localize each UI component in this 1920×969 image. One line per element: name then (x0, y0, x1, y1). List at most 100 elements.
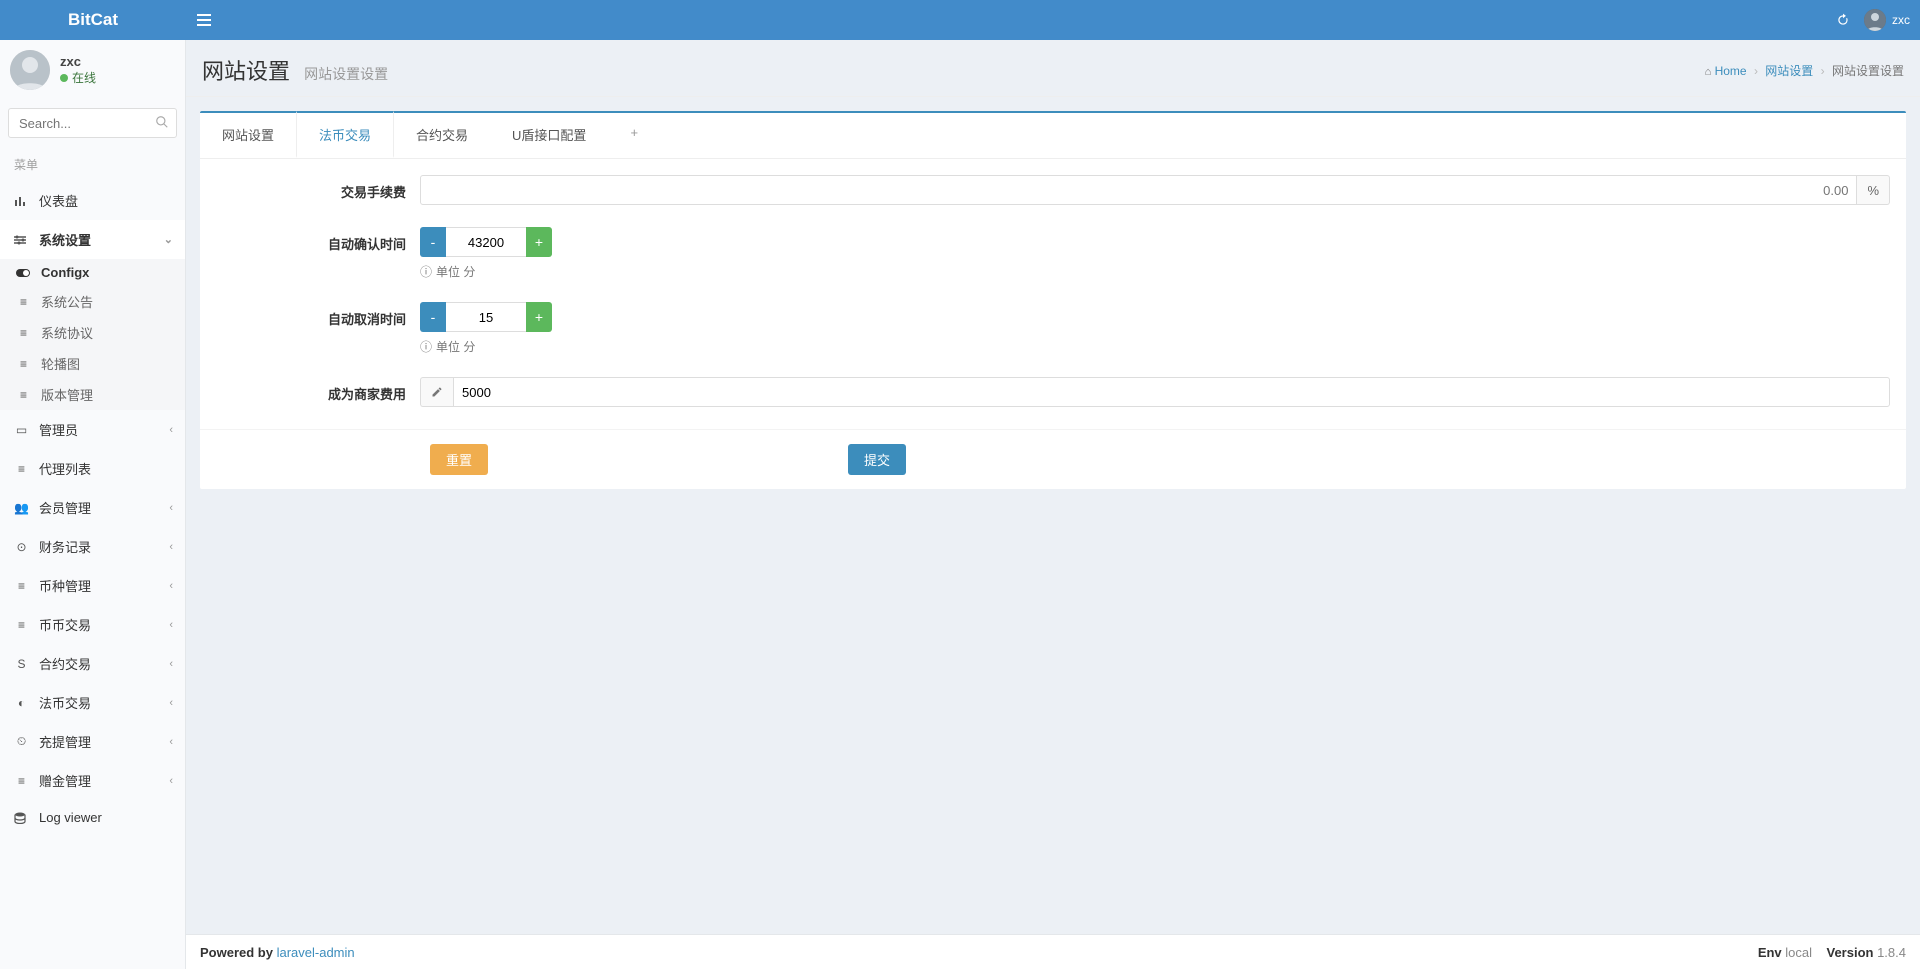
info-icon: ⓘ (420, 263, 432, 280)
chevron-left-icon: ‹ (169, 775, 173, 787)
bars-icon: ≡ (16, 388, 31, 402)
sidebar-item-version[interactable]: ≡ 版本管理 (0, 379, 185, 410)
chevron-left-icon: ‹ (169, 619, 173, 631)
gauge-icon: ⏲ (14, 734, 29, 749)
sidebar-item-dashboard[interactable]: 仪表盘 (0, 181, 185, 220)
refresh-button[interactable] (1836, 13, 1850, 27)
bars-icon: ≡ (14, 579, 29, 593)
sidebar-item-logviewer[interactable]: Log viewer (0, 800, 185, 835)
label-seller: 成为商家费用 (216, 377, 420, 403)
sidebar-item-deposit[interactable]: ⏲ 充提管理 ‹ (0, 722, 185, 761)
avatar (10, 50, 50, 90)
sidebar-item-spot[interactable]: ≡ 币币交易 ‹ (0, 605, 185, 644)
sidebar-item-agents[interactable]: ≡ 代理列表 (0, 449, 185, 488)
chevron-left-icon: ‹ (169, 424, 173, 436)
menu-header: 菜单 (0, 148, 185, 181)
tab-udun-api[interactable]: U盾接口配置 (490, 113, 608, 158)
reset-button[interactable]: 重置 (430, 444, 488, 475)
row-fee: 交易手续费 % (216, 175, 1890, 205)
hamburger-icon (197, 14, 211, 26)
bars-icon: ≡ (14, 774, 29, 788)
sidebar-item-protocol[interactable]: ≡ 系统协议 (0, 317, 185, 348)
chevron-down-icon: ⌄ (164, 233, 173, 246)
chart-icon (14, 195, 29, 207)
stepper-cancel: - + (420, 302, 552, 332)
tab-contract-trade[interactable]: 合约交易 (394, 113, 490, 158)
submit-button[interactable]: 提交 (848, 444, 906, 475)
bars-icon: ≡ (16, 357, 31, 371)
user-name: zxc (60, 54, 96, 69)
footer: Powered by laravel-admin Env local Versi… (186, 934, 1920, 969)
users-icon: 👥 (14, 501, 29, 515)
row-seller-fee: 成为商家费用 (216, 377, 1890, 407)
chevron-left-icon: ‹ (169, 736, 173, 748)
row-cancel-time: 自动取消时间 - + ⓘ 单位 分 (216, 302, 1890, 355)
chevron-left-icon: ‹ (169, 502, 173, 514)
breadcrumb-home[interactable]: Home (1715, 64, 1747, 78)
minus-button[interactable]: - (420, 302, 446, 332)
chevron-left-icon: ‹ (169, 541, 173, 553)
search-box (8, 108, 177, 138)
plus-button[interactable]: + (526, 227, 552, 257)
menu-toggle[interactable] (186, 0, 222, 40)
label-cancel: 自动取消时间 (216, 302, 420, 328)
footer-link[interactable]: laravel-admin (277, 945, 355, 960)
sidebar-item-contract[interactable]: S 合约交易 ‹ (0, 644, 185, 683)
home-icon: ⌂ (1705, 66, 1712, 78)
row-confirm-time: 自动确认时间 - + ⓘ 单位 分 (216, 227, 1890, 280)
input-confirm[interactable] (446, 227, 526, 257)
sidebar-item-system-settings[interactable]: 系统设置 ⌄ (0, 220, 185, 259)
tab-site-settings[interactable]: 网站设置 (200, 113, 296, 158)
page-title: 网站设置 网站设置设置 (202, 54, 388, 86)
user-panel: zxc 在线 (0, 40, 185, 100)
refresh-icon (1836, 13, 1850, 27)
brand[interactable]: BitCat (0, 10, 186, 30)
sidebar-item-bonus[interactable]: ≡ 赠金管理 ‹ (0, 761, 185, 800)
hint-confirm: ⓘ 单位 分 (420, 263, 1890, 280)
strike-icon: S (14, 657, 29, 671)
avatar-icon (1864, 9, 1886, 31)
bars-icon: ≡ (16, 326, 31, 340)
chevron-left-icon: ‹ (169, 697, 173, 709)
plus-button[interactable]: + (526, 302, 552, 332)
input-cancel[interactable] (446, 302, 526, 332)
input-seller-fee[interactable] (453, 377, 1890, 407)
topbar-username: zxc (1892, 13, 1910, 27)
db-icon (14, 812, 29, 824)
tab-fiat-trade[interactable]: 法币交易 (296, 111, 394, 158)
breadcrumb: ⌂ Home › 网站设置 › 网站设置设置 (1705, 62, 1904, 79)
unit-percent: % (1857, 175, 1890, 205)
search-icon[interactable] (155, 115, 169, 129)
chevron-left-icon: ‹ (169, 658, 173, 670)
form-footer: 重置 提交 (200, 430, 1906, 489)
sidebar-item-admin[interactable]: ▭ 管理员 ‹ (0, 410, 185, 449)
sidebar-item-announce[interactable]: ≡ 系统公告 (0, 286, 185, 317)
label-confirm: 自动确认时间 (216, 227, 420, 253)
id-icon: ▭ (14, 423, 29, 437)
chevron-left-icon: ‹ (169, 580, 173, 592)
tabs: 网站设置 法币交易 合约交易 U盾接口配置 + (200, 113, 1906, 159)
toggle-icon (16, 269, 31, 277)
bars-icon: ≡ (14, 618, 29, 632)
contrast-icon: ◐ (14, 696, 29, 710)
sidebar-item-configx[interactable]: Configx (0, 259, 185, 286)
sidebar-item-finance[interactable]: ⊙ 财务记录 ‹ (0, 527, 185, 566)
list-icon: ≡ (14, 462, 29, 476)
topbar-right: zxc (1836, 9, 1910, 31)
sidebar-item-currency[interactable]: ≡ 币种管理 ‹ (0, 566, 185, 605)
bars-icon: ≡ (16, 295, 31, 309)
topbar: BitCat zxc (0, 0, 1920, 40)
topbar-user[interactable]: zxc (1864, 9, 1910, 31)
sidebar-item-fiat[interactable]: ◐ 法币交易 ‹ (0, 683, 185, 722)
page-subtitle: 网站设置设置 (304, 66, 388, 82)
sliders-icon (14, 235, 29, 245)
tab-add[interactable]: + (608, 113, 660, 158)
sidebar-item-members[interactable]: 👥 会员管理 ‹ (0, 488, 185, 527)
edit-icon (420, 377, 453, 407)
minus-button[interactable]: - (420, 227, 446, 257)
input-fee[interactable] (420, 175, 1857, 205)
search-input[interactable] (8, 108, 177, 138)
breadcrumb-parent[interactable]: 网站设置 (1765, 64, 1813, 78)
label-fee: 交易手续费 (216, 175, 420, 201)
sidebar-item-carousel[interactable]: ≡ 轮播图 (0, 348, 185, 379)
